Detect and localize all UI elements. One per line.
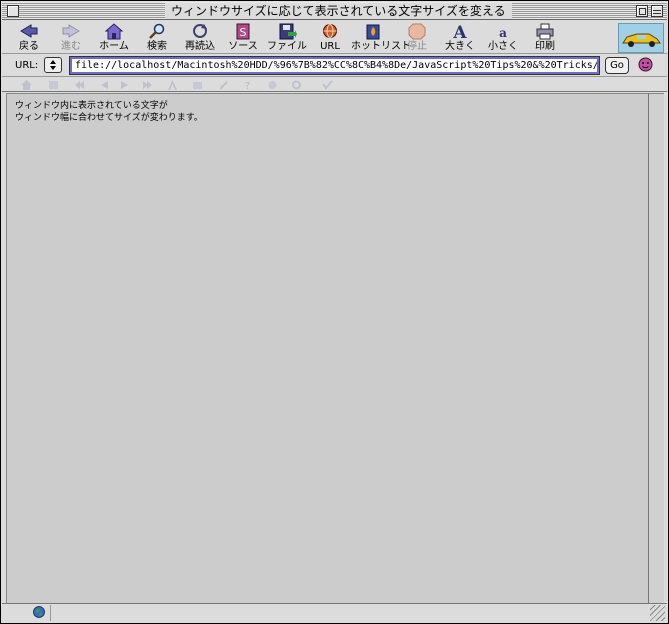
file-label: ファイル xyxy=(267,41,307,52)
small-a-icon: a xyxy=(499,26,507,40)
forward-button[interactable]: 進む xyxy=(49,23,93,53)
window-title: ウィンドウサイズに応じて表示されている文字サイズを変える xyxy=(165,3,512,19)
sub-help-icon[interactable]: ? xyxy=(242,80,253,90)
file-save-icon xyxy=(279,23,297,40)
home-icon xyxy=(104,23,124,40)
zoom-box-icon[interactable] xyxy=(636,5,648,17)
svg-text:S: S xyxy=(240,26,247,39)
collapse-box-icon[interactable] xyxy=(651,5,663,17)
forward-arrow-icon xyxy=(62,24,80,38)
vertical-scrollbar[interactable] xyxy=(648,93,664,603)
close-box-icon[interactable] xyxy=(7,5,19,17)
sub-edit-icon[interactable] xyxy=(218,80,229,90)
hotlist-flame-icon xyxy=(366,24,380,40)
home-label: ホーム xyxy=(99,41,129,52)
search-label: 検索 xyxy=(147,41,167,52)
search-button[interactable]: 検索 xyxy=(135,23,179,53)
reload-button[interactable]: 再読込 xyxy=(178,23,222,53)
svg-text:A: A xyxy=(452,23,467,40)
url-button-label: URL xyxy=(320,41,340,52)
print-button[interactable]: 印刷 xyxy=(523,23,567,53)
toolbar: 戻る 進む ホーム 検索 再読込 S ソース ファイル URL ホットリスト 停… xyxy=(2,21,667,54)
car-logo-icon xyxy=(622,33,661,47)
print-label: 印刷 xyxy=(535,41,555,52)
status-bar xyxy=(2,603,667,623)
back-label: 戻る xyxy=(19,41,39,52)
sub-image-icon[interactable] xyxy=(192,80,203,90)
svg-text:a: a xyxy=(499,26,507,40)
up-down-arrows-icon xyxy=(50,60,56,70)
go-button[interactable]: Go xyxy=(605,57,629,74)
url-history-stepper[interactable] xyxy=(44,57,62,73)
file-button[interactable]: ファイル xyxy=(265,23,309,53)
large-a-icon: A xyxy=(452,23,467,40)
forward-label: 進む xyxy=(61,41,81,52)
content-text: ウィンドウ内に表示されている文字が ウィンドウ幅に合わせてサイズが変わります。 xyxy=(15,100,203,124)
smiley-face-icon[interactable] xyxy=(638,57,653,72)
secondary-toolbar: ? xyxy=(2,78,667,92)
content-line-1: ウィンドウ内に表示されている文字が xyxy=(15,101,168,111)
back-button[interactable]: 戻る xyxy=(7,23,51,53)
search-icon xyxy=(149,23,165,39)
sub-history-icon[interactable] xyxy=(267,80,278,90)
url-input[interactable]: file://localhost/Macintosh%20HDD/%96%7B%… xyxy=(70,57,599,74)
stop-button[interactable]: 停止 xyxy=(395,23,439,53)
hotlist-label: ホットリスト xyxy=(351,41,411,52)
url-label: URL: xyxy=(15,60,39,71)
stop-label: 停止 xyxy=(407,41,427,52)
resize-grip-icon[interactable] xyxy=(650,605,665,621)
back-arrow-icon xyxy=(20,24,38,38)
larger-text-button[interactable]: A 大きく xyxy=(438,23,482,53)
source-label: ソース xyxy=(228,41,258,52)
stop-icon xyxy=(408,23,426,40)
source-button[interactable]: S ソース xyxy=(221,23,265,53)
reload-icon xyxy=(193,24,207,38)
sub-home-icon[interactable] xyxy=(21,80,32,90)
printer-icon xyxy=(536,23,554,40)
status-globe-icon xyxy=(33,606,45,618)
sub-last-icon[interactable] xyxy=(142,80,153,90)
smaller-label: 小さく xyxy=(488,41,518,52)
larger-label: 大きく xyxy=(445,41,475,52)
svg-text:?: ? xyxy=(245,81,250,90)
page-content: ウィンドウ内に表示されている文字が ウィンドウ幅に合わせてサイズが変わります。 xyxy=(6,93,648,603)
sub-first-icon[interactable] xyxy=(74,80,85,90)
url-bar: URL: file://localhost/Macintosh%20HDD/%9… xyxy=(2,55,667,77)
status-text-field xyxy=(50,605,648,621)
smaller-text-button[interactable]: a 小さく xyxy=(481,23,525,53)
globe-url-icon xyxy=(323,24,337,38)
sub-grid-icon[interactable] xyxy=(48,80,59,90)
content-line-2: ウィンドウ幅に合わせてサイズが変わります。 xyxy=(15,113,203,123)
source-icon: S xyxy=(236,23,250,40)
browser-window: ウィンドウサイズに応じて表示されている文字サイズを変える 戻る 進む ホーム 検… xyxy=(0,0,669,624)
home-button[interactable]: ホーム xyxy=(92,23,136,53)
browser-logo xyxy=(618,23,664,53)
sub-settings-icon[interactable] xyxy=(291,80,302,90)
hotlist-button[interactable]: ホットリスト xyxy=(351,23,411,53)
title-bar[interactable]: ウィンドウサイズに応じて表示されている文字サイズを変える xyxy=(2,2,667,20)
sub-font-icon[interactable] xyxy=(167,80,178,90)
sub-prev-icon[interactable] xyxy=(99,80,110,90)
reload-label: 再読込 xyxy=(185,41,215,52)
sub-next-icon[interactable] xyxy=(119,80,130,90)
sub-check-icon[interactable] xyxy=(322,80,333,90)
url-button[interactable]: URL xyxy=(308,23,352,53)
